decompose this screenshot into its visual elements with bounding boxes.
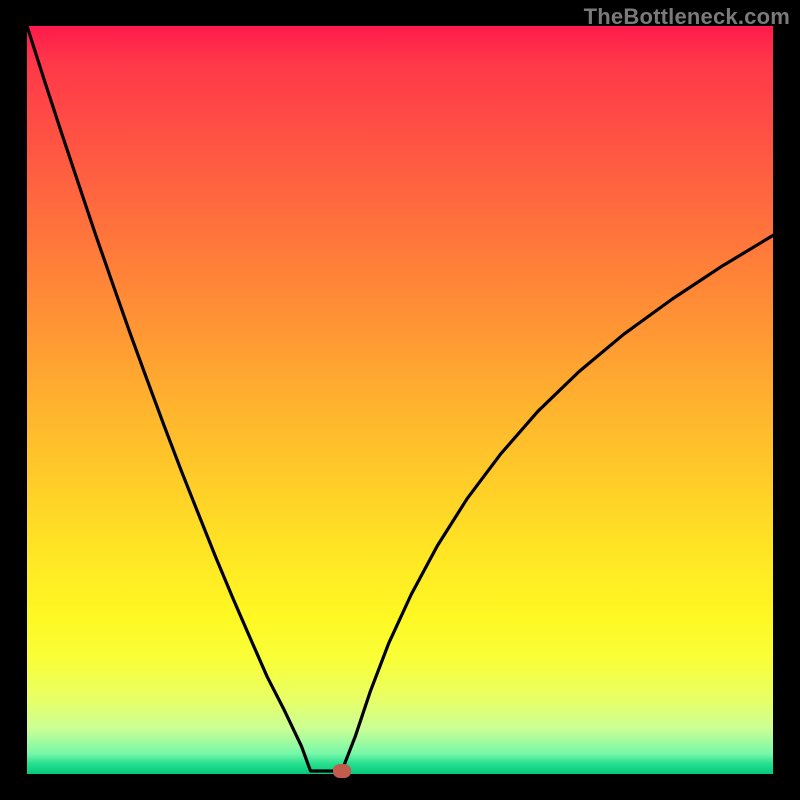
chart-frame: TheBottleneck.com: [0, 0, 800, 800]
minimum-marker: [333, 764, 351, 778]
watermark-text: TheBottleneck.com: [584, 4, 790, 30]
bottleneck-curve: [27, 26, 773, 774]
curve-path: [27, 26, 773, 771]
plot-area: [27, 26, 773, 774]
